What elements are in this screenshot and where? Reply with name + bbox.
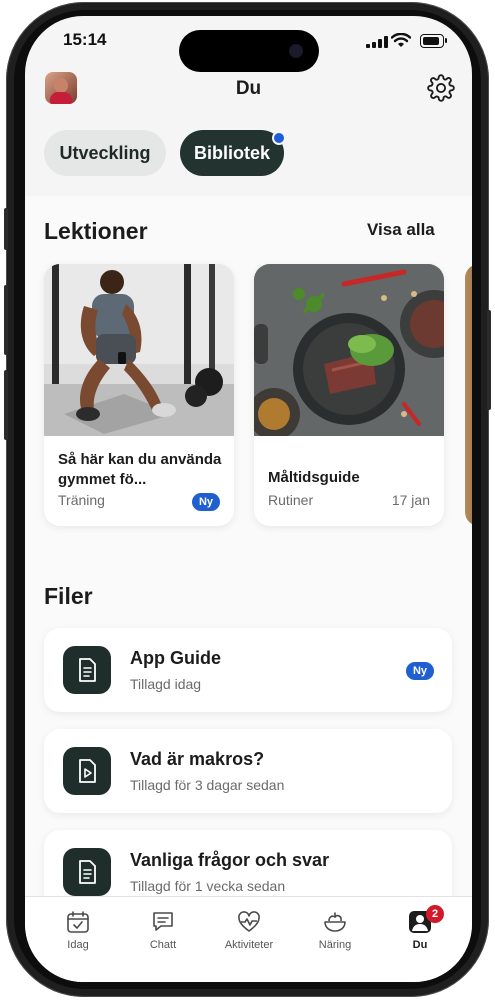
file-title: Vanliga frågor och svar [130,850,330,870]
lesson-title: Måltidsguide [268,469,360,486]
tab-du[interactable]: 2 Du [385,905,455,951]
lesson-category: Träning [58,492,105,508]
mute-switch [4,208,8,250]
volume-up-button [4,285,8,355]
page-title: Du [235,78,262,99]
tab-naring[interactable]: Näring [300,909,370,951]
volume-down-button [4,370,8,440]
dynamic-island [179,30,319,72]
new-badge: Ny [192,493,220,511]
files-section-title: Filer [44,583,93,609]
bottom-tab-bar: Idag Chatt Aktiviteter Näring 2 Du [25,896,472,982]
tab-label: Aktiviteter [224,939,274,951]
lesson-card[interactable]: Så här kan du använda gymmet fö... Träni… [44,264,234,526]
document-icon [79,860,96,884]
lesson-title: Så här kan du använda gymmet fö... [58,451,222,488]
power-button [487,310,491,410]
top-header: Du [25,70,472,120]
video-file-icon [79,759,96,783]
file-item-macros[interactable]: Vad är makros? Tillagd för 3 dagar sedan [44,729,452,813]
chat-icon [153,912,173,931]
food-bowl-icon [324,912,346,932]
new-badge: Ny [406,662,434,680]
gym-photo [44,264,234,436]
signal-icon [366,36,388,48]
tab-label: Idag [67,939,89,951]
tab-label: Näring [318,939,352,951]
tab-utveckling[interactable]: Utveckling [44,130,166,176]
battery-tip [445,38,447,43]
status-bar: 15:14 [25,16,472,72]
notification-count-badge: 2 [426,905,444,923]
lesson-date: 17 jan [391,492,430,508]
camera-icon [289,44,303,58]
tab-idag[interactable]: Idag [43,909,113,951]
lessons-section-title: Lektioner [44,218,148,244]
lesson-card[interactable]: Måltidsguide Rutiner 17 jan [254,264,444,526]
see-all-link[interactable]: Visa alla [367,220,435,240]
tab-chatt[interactable]: Chatt [128,909,198,951]
lesson-category: Rutiner [268,492,314,508]
tab-aktiviteter[interactable]: Aktiviteter [214,909,284,951]
gear-icon[interactable] [427,74,455,102]
file-item-app-guide[interactable]: App Guide Tillagd idag Ny [44,628,452,712]
tab-label: Du [412,939,428,951]
lesson-card-peek[interactable] [465,264,472,526]
heart-pulse-icon [238,911,260,932]
app-screen: 15:14 Du Utveckling Bibliotek Lektioner … [25,16,472,982]
segment-control: Utveckling Bibliotek [25,120,472,196]
document-icon [79,658,96,682]
notification-dot [272,131,286,145]
file-title: Vad är makros? [130,749,265,769]
file-subtitle: Tillagd för 3 dagar sedan [130,777,285,793]
file-subtitle: Tillagd idag [130,676,202,692]
tab-bibliotek[interactable]: Bibliotek [180,130,284,176]
file-title: App Guide [130,648,221,668]
status-time: 15:14 [63,30,107,49]
food-photo [254,264,444,436]
wifi-icon [391,33,411,47]
calendar-check-icon [67,911,89,933]
battery-icon [420,34,444,48]
library-content: Lektioner Visa alla Så här kan du använd… [25,196,472,914]
tab-label: Chatt [149,939,177,951]
file-subtitle: Tillagd för 1 vecka sedan [130,878,286,894]
